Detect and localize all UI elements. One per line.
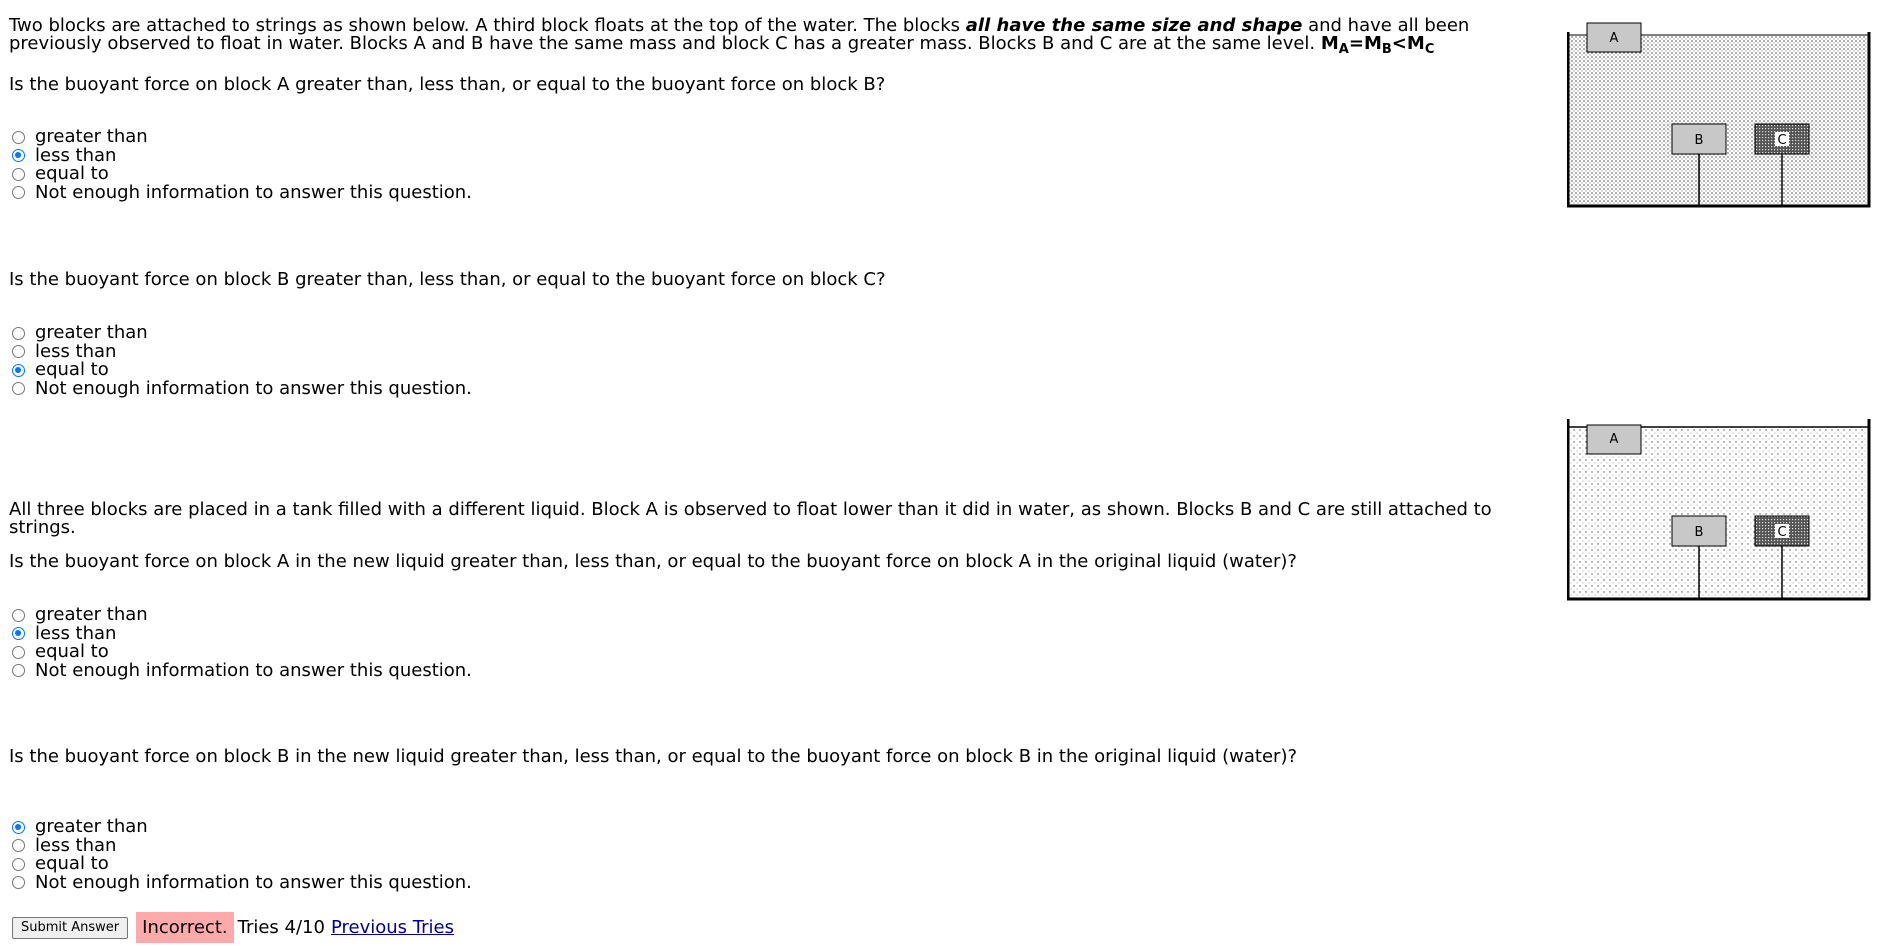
option-label: Not enough information to answer this qu… [35, 659, 472, 681]
option-label: less than [35, 340, 117, 362]
block-c-label: C [1777, 133, 1786, 148]
radio-button[interactable] [12, 186, 25, 200]
q1-option[interactable]: Not enough information to answer this qu… [12, 181, 472, 203]
q4-option[interactable]: Not enough information to answer this qu… [12, 871, 472, 893]
problem-intro: Two blocks are attached to strings as sh… [9, 17, 1519, 57]
part-2-intro: All three blocks are placed in a tank fi… [9, 499, 1492, 538]
radio-button[interactable] [12, 130, 25, 144]
option-label: greater than [35, 604, 148, 626]
q2-option[interactable]: Not enough information to answer this qu… [12, 377, 472, 399]
option-label: equal to [35, 853, 109, 875]
water-fill [1567, 35, 1869, 205]
q2-option[interactable]: equal to [12, 361, 472, 380]
option-label: greater than [35, 322, 148, 344]
radio-button[interactable] [12, 326, 25, 340]
submit-answer-button[interactable]: Submit Answer [12, 916, 129, 939]
radio-button[interactable] [12, 839, 25, 853]
block-b-label: B [1695, 525, 1704, 540]
option-label: equal to [35, 359, 109, 381]
q1-option[interactable]: equal to [12, 165, 472, 184]
radio-button[interactable] [12, 363, 25, 377]
q3-option[interactable]: less than [12, 622, 472, 644]
option-label: equal to [35, 163, 109, 185]
question-3-text: Is the buoyant force on block A in the n… [9, 551, 1297, 572]
radio-button[interactable] [12, 167, 25, 181]
previous-tries-link[interactable]: Previous Tries [331, 917, 454, 938]
option-label: equal to [35, 641, 109, 663]
block-a-label: A [1610, 31, 1619, 46]
radio-button[interactable] [12, 820, 25, 834]
option-label: greater than [35, 816, 148, 838]
option-label: less than [35, 622, 117, 644]
question-1-text: Is the buoyant force on block A greater … [9, 74, 886, 95]
submit-row: Submit Answer Incorrect. Tries 4/10 Prev… [12, 912, 454, 943]
question-3-options: greater than less than equal to Not enou… [12, 606, 472, 680]
question-4-text: Is the buoyant force on block B in the n… [9, 746, 1298, 767]
q2-option[interactable]: greater than [12, 324, 472, 343]
option-label: Not enough information to answer this qu… [35, 377, 472, 399]
question-4-options: greater than less than equal to Not enou… [12, 818, 472, 892]
option-label: less than [35, 834, 117, 856]
q3-option[interactable]: equal to [12, 643, 472, 662]
block-a-label: A [1610, 432, 1619, 447]
block-b-label: B [1695, 133, 1704, 148]
radio-button[interactable] [12, 382, 25, 396]
q3-option[interactable]: Not enough information to answer this qu… [12, 659, 472, 681]
radio-button[interactable] [12, 608, 25, 622]
block-c-label: C [1777, 525, 1786, 540]
radio-button[interactable] [12, 645, 25, 659]
q4-option[interactable]: equal to [12, 855, 472, 874]
q4-option[interactable]: greater than [12, 818, 472, 837]
question-2-options: greater than less than equal to Not enou… [12, 324, 472, 398]
option-label: less than [35, 144, 117, 166]
status-badge: Incorrect. [136, 912, 234, 943]
new-liquid-tank-diagram: A B C [1567, 417, 1872, 603]
radio-button[interactable] [12, 664, 25, 678]
tries-counter: Tries 4/10 [237, 917, 325, 938]
radio-button[interactable] [12, 149, 25, 163]
water-tank-diagram: A B C [1567, 20, 1872, 210]
q1-option[interactable]: greater than [12, 128, 472, 147]
q4-option[interactable]: less than [12, 834, 472, 856]
question-2-text: Is the buoyant force on block B greater … [9, 269, 886, 290]
q1-option[interactable]: less than [12, 144, 472, 166]
q2-option[interactable]: less than [12, 340, 472, 362]
q3-option[interactable]: greater than [12, 606, 472, 625]
option-label: greater than [35, 126, 148, 148]
radio-button[interactable] [12, 857, 25, 871]
radio-button[interactable] [12, 627, 25, 641]
mass-formula: MA=MB<MC [1320, 33, 1435, 57]
radio-button[interactable] [12, 876, 25, 890]
option-label: Not enough information to answer this qu… [35, 871, 472, 893]
option-label: Not enough information to answer this qu… [35, 181, 472, 203]
question-1-options: greater than less than equal to Not enou… [12, 128, 472, 202]
radio-button[interactable] [12, 345, 25, 359]
